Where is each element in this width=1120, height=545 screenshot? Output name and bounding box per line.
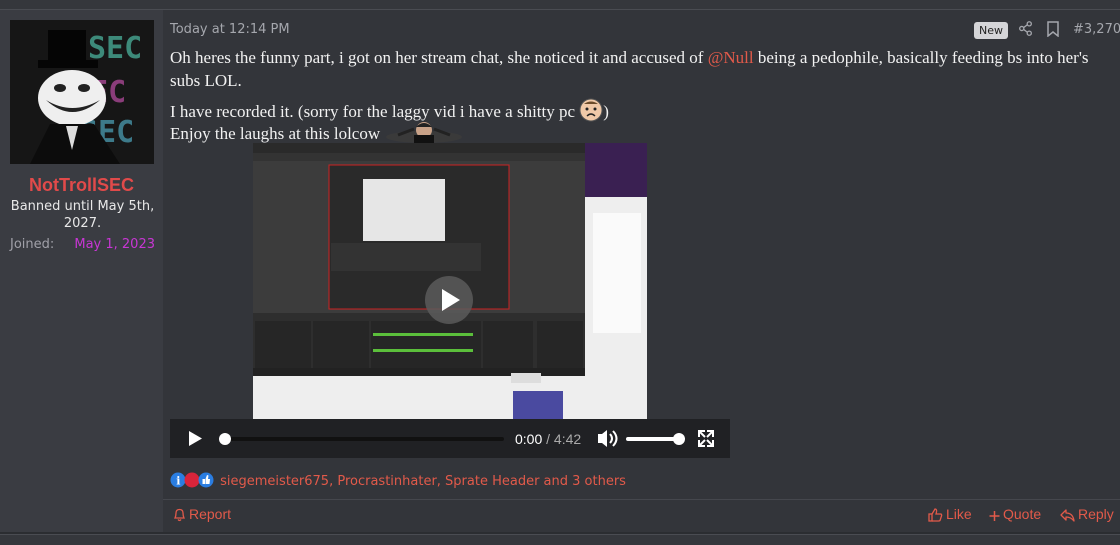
- next-post-edge: [0, 534, 1120, 545]
- time-total: 4:42: [553, 431, 582, 447]
- like-button[interactable]: Like: [928, 506, 972, 522]
- angry-face-icon: [579, 98, 603, 128]
- play-button[interactable]: [178, 425, 208, 453]
- joined-label: Joined:: [10, 237, 55, 252]
- share-icon[interactable]: [1018, 21, 1033, 40]
- mute-button[interactable]: [594, 427, 618, 451]
- fullscreen-button[interactable]: [694, 425, 718, 453]
- joined-date: May 1, 2023: [74, 237, 155, 252]
- thumbs-up-outline-icon: [928, 508, 943, 522]
- video-player[interactable]: [253, 143, 647, 458]
- quote-button[interactable]: Quote: [989, 506, 1041, 522]
- message-text: Oh heres the funny part, i got on her st…: [170, 48, 708, 67]
- like-label: Like: [946, 506, 972, 522]
- bell-icon: [173, 508, 186, 522]
- post-timestamp[interactable]: Today at 12:14 PM: [170, 22, 290, 37]
- new-badge: New: [974, 22, 1008, 39]
- post-number[interactable]: #3,270: [1073, 22, 1120, 37]
- reply-label: Reply: [1078, 506, 1114, 522]
- reply-arrow-icon: [1060, 509, 1075, 522]
- time-separator: /: [542, 431, 554, 447]
- progress-slider[interactable]: [218, 427, 510, 451]
- user-pane: SEC SEC SEC NotTrollSEC Banned until May…: [0, 10, 163, 532]
- message-text: I have recorded it. (sorry for the laggy…: [170, 101, 576, 121]
- reactions-text[interactable]: siegemeister675, Procrastinhater, Sprate…: [220, 474, 626, 489]
- banned-status: Banned until May 5th, 2027.: [10, 199, 155, 231]
- time-current: 0:00: [515, 431, 543, 447]
- reaction-icons: i: [170, 472, 220, 493]
- svg-text:i: i: [176, 475, 180, 488]
- report-label: Report: [189, 506, 232, 522]
- username[interactable]: NotTrollSEC: [0, 175, 163, 196]
- user-mention[interactable]: @Null: [708, 48, 754, 67]
- message-text: Enjoy the laughs at this lolcow: [170, 123, 381, 143]
- avatar[interactable]: SEC SEC SEC: [10, 20, 154, 164]
- message-text: ): [603, 101, 609, 121]
- post-footer: Report Like Quote Reply: [163, 499, 1120, 533]
- post-main: Today at 12:14 PM New #3,270 Oh heres th…: [163, 10, 1120, 532]
- plus-icon: [989, 511, 1000, 521]
- reactions-bar[interactable]: i siegemeister675, Procrastinhater, Spra…: [170, 471, 626, 493]
- quote-label: Quote: [1003, 506, 1042, 522]
- report-button[interactable]: Report: [173, 506, 231, 522]
- bookmark-icon[interactable]: [1046, 21, 1060, 41]
- volume-slider[interactable]: [622, 427, 686, 451]
- reply-button[interactable]: Reply: [1060, 506, 1114, 522]
- message-line-1: Oh heres the funny part, i got on her st…: [170, 46, 1100, 92]
- heart-icon: [184, 472, 200, 488]
- previous-post-edge: [0, 0, 1120, 10]
- video-controls: 0:00 / 4:42: [170, 419, 730, 458]
- video-time: 0:00 / 4:42: [515, 431, 581, 447]
